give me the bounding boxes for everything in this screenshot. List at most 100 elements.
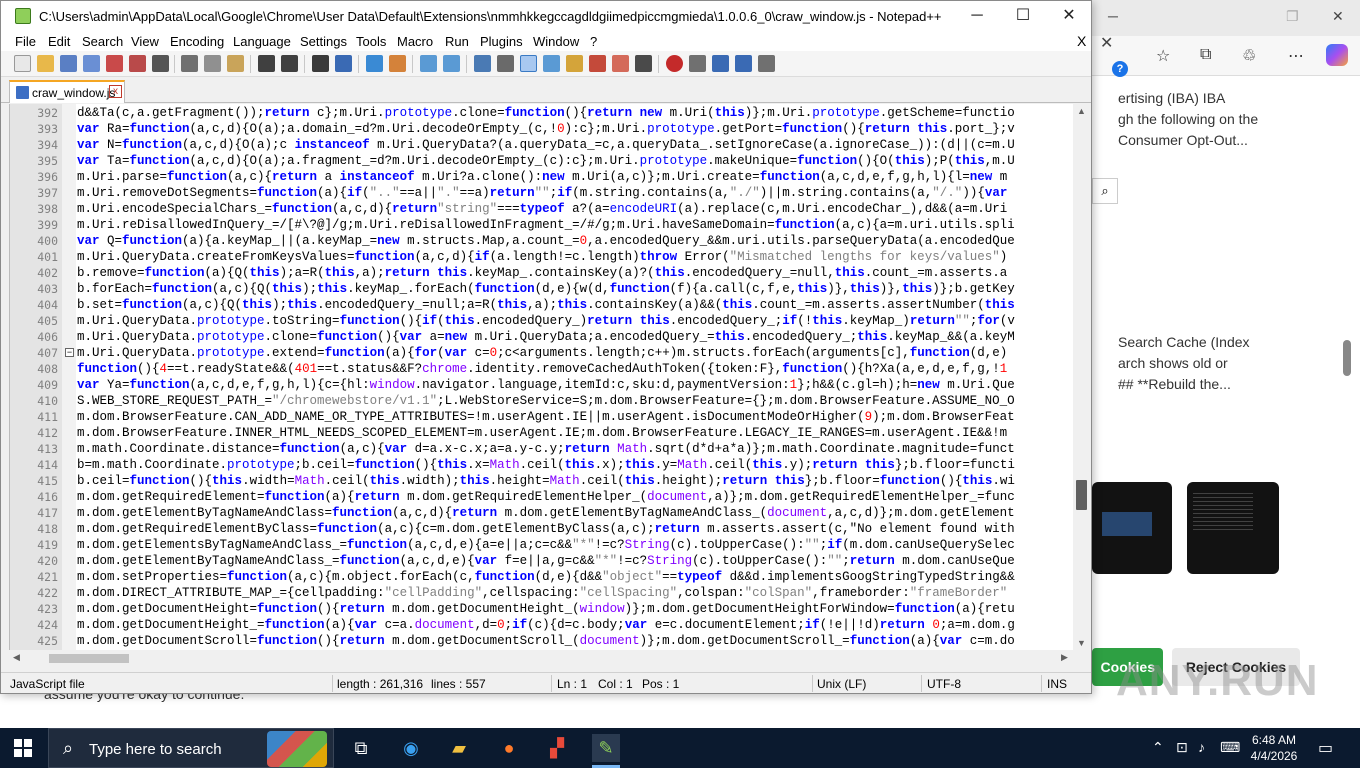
folder-as-workspace-icon[interactable]	[612, 55, 629, 72]
code-line[interactable]: 408 function(){4==t.readyState&&(401==t.s…	[10, 361, 1073, 377]
scroll-right-arrow-icon[interactable]: ▶	[1061, 652, 1068, 663]
undo-icon[interactable]	[258, 55, 275, 72]
code-line[interactable]: 425 m.dom.getDocumentScroll=function(){re…	[10, 633, 1073, 649]
cut-icon[interactable]	[181, 55, 198, 72]
horizontal-scrollbar[interactable]: ◀ ▶	[9, 650, 1073, 667]
vertical-scroll-thumb[interactable]	[1076, 480, 1087, 510]
code-line[interactable]: 417 m.dom.getElementByTagNameAndClass=fun…	[10, 505, 1073, 521]
menu-search[interactable]: Search	[82, 34, 123, 49]
code-line[interactable]: 414 b=m.math.Coordinate.prototype;b.ceil=…	[10, 457, 1073, 473]
function-list-icon[interactable]	[566, 55, 583, 72]
code-line[interactable]: 407− m.Uri.QueryData.prototype.extend=fun…	[10, 345, 1073, 361]
folder-workspace-icon[interactable]	[589, 55, 606, 72]
copilot-icon[interactable]	[1326, 44, 1348, 66]
menu-edit[interactable]: Edit	[48, 34, 70, 49]
browser-minimize-button[interactable]: ─	[1108, 8, 1118, 24]
code-line[interactable]: 398 m.Uri.encodeSpecialChars_=function(a,…	[10, 201, 1073, 217]
maximize-button[interactable]: ☐	[1000, 1, 1046, 31]
menu-settings[interactable]: Settings	[300, 34, 347, 49]
edge-browser-icon[interactable]: ◉	[397, 734, 425, 762]
clock[interactable]: 6:48 AM 4/4/2026	[1246, 732, 1302, 764]
save-macro-icon[interactable]	[758, 55, 775, 72]
menu-encoding[interactable]: Encoding	[170, 34, 224, 49]
more-icon[interactable]: ⋯	[1288, 46, 1304, 66]
document-map-icon[interactable]	[543, 55, 560, 72]
code-line[interactable]: 395 var Ta=function(a,c,d){O(a);a.fragmen…	[10, 153, 1073, 169]
show-hidden-icons-icon[interactable]: ⌃	[1152, 739, 1164, 756]
notepad-plus-plus-taskbar-icon[interactable]: ✎	[592, 734, 620, 768]
zoom-out-icon[interactable]	[389, 55, 406, 72]
horizontal-scroll-thumb[interactable]	[49, 654, 129, 663]
save-icon[interactable]	[60, 55, 77, 72]
search-result-snippet-1[interactable]: ertising (IBA) IBA gh the following on t…	[1118, 88, 1258, 151]
scroll-up-arrow-icon[interactable]: ▲	[1077, 106, 1086, 116]
code-line[interactable]: 415 b.ceil=function(){this.width=Math.cei…	[10, 473, 1073, 489]
sync-horizontal-icon[interactable]	[443, 55, 460, 72]
replace-icon[interactable]	[335, 55, 352, 72]
code-line[interactable]: 416 m.dom.getRequiredElement=function(a){…	[10, 489, 1073, 505]
new-file-icon[interactable]	[14, 55, 31, 72]
windows-start-icon[interactable]	[14, 739, 32, 757]
code-line[interactable]: 420 m.dom.getElementByTagNameAndClass_=fu…	[10, 553, 1073, 569]
titlebar[interactable]: C:\Users\admin\AppData\Local\Google\Chro…	[1, 1, 1091, 31]
code-line[interactable]: 396 m.Uri.parse=function(a,c){return a in…	[10, 169, 1073, 185]
menu-view[interactable]: View	[131, 34, 159, 49]
code-line[interactable]: 393 var Ra=function(a,c,d){O(a);a.domain_…	[10, 121, 1073, 137]
code-line[interactable]: 400 var Q=function(a){a.keyMap_||(a.keyMa…	[10, 233, 1073, 249]
word-wrap-icon[interactable]	[474, 55, 491, 72]
extension-icon[interactable]: ♲	[1242, 46, 1256, 66]
code-line[interactable]: 413 m.math.Coordinate.distance=function(a…	[10, 441, 1073, 457]
collections-icon[interactable]: ⧉	[1200, 46, 1211, 64]
notification-icon[interactable]: ▭	[1318, 738, 1333, 758]
code-line[interactable]: 411 m.dom.BrowserFeature.CAN_ADD_NAME_OR_…	[10, 409, 1073, 425]
code-line[interactable]: 392 d&&Ta(c,a.getFragment());return c};m.…	[10, 105, 1073, 121]
info-icon[interactable]: ?	[1112, 61, 1128, 77]
code-line[interactable]: 406 m.Uri.QueryData.prototype.clone=funct…	[10, 329, 1073, 345]
sync-vertical-icon[interactable]	[420, 55, 437, 72]
task-view-icon[interactable]: ⧉	[347, 734, 375, 762]
code-line[interactable]: 401 m.Uri.QueryData.createFromKeysValues=…	[10, 249, 1073, 265]
run-macro-multiple-icon[interactable]	[735, 55, 752, 72]
print-icon[interactable]	[152, 55, 169, 72]
code-line[interactable]: 418 m.dom.getRequiredElementByClass=funct…	[10, 521, 1073, 537]
code-line[interactable]: 422 m.dom.DIRECT_ATTRIBUTE_MAP_={cellpadd…	[10, 585, 1073, 601]
taskbar-search-box[interactable]: ⌕ Type here to search	[48, 728, 334, 768]
code-line[interactable]: 397 m.Uri.removeDotSegments=function(a){i…	[10, 185, 1073, 201]
vertical-scrollbar[interactable]: ▲ ▼	[1073, 104, 1090, 650]
code-line[interactable]: 399 m.Uri.reDisallowedInQuery_=/[#\?@]/g;…	[10, 217, 1073, 233]
save-all-icon[interactable]	[83, 55, 100, 72]
menu-tools[interactable]: Tools	[356, 34, 386, 49]
close-document-button[interactable]: X	[1077, 33, 1086, 49]
browser-close-button[interactable]: ✕	[1332, 8, 1344, 25]
file-explorer-icon[interactable]: ▰	[445, 734, 473, 762]
monitoring-icon[interactable]	[635, 55, 652, 72]
scroll-left-arrow-icon[interactable]: ◀	[13, 652, 20, 663]
fold-toggle-icon[interactable]: −	[65, 348, 74, 357]
menu-file[interactable]: File	[15, 34, 36, 49]
code-line[interactable]: 405 m.Uri.QueryData.prototype.toString=fu…	[10, 313, 1073, 329]
code-line[interactable]: 424 m.dom.getDocumentHeight_=function(a){…	[10, 617, 1073, 633]
ime-icon[interactable]: ⌨	[1220, 739, 1240, 756]
scroll-down-arrow-icon[interactable]: ▼	[1077, 638, 1086, 648]
code-line[interactable]: 421 m.dom.setProperties=function(a,c){m.o…	[10, 569, 1073, 585]
code-line[interactable]: 412 m.dom.BrowserFeature.INNER_HTML_NEEDS…	[10, 425, 1073, 441]
app-icon[interactable]: ▞	[543, 734, 571, 762]
search-result-snippet-2[interactable]: Search Cache (Index arch shows old or ##…	[1118, 332, 1250, 395]
open-file-icon[interactable]	[37, 55, 54, 72]
code-line[interactable]: 419 m.dom.getElementsByTagNameAndClass_=f…	[10, 537, 1073, 553]
code-line[interactable]: 410 S.WEB_STORE_REQUEST_PATH_="/chromeweb…	[10, 393, 1073, 409]
video-thumbnail[interactable]	[1092, 482, 1172, 574]
code-line[interactable]: 404 b.set=function(a,c){Q(this);this.enco…	[10, 297, 1073, 313]
menu-window[interactable]: Window	[533, 34, 579, 49]
menu-help[interactable]: ?	[590, 34, 597, 49]
show-all-characters-icon[interactable]	[497, 55, 514, 72]
code-line[interactable]: 423 m.dom.getDocumentHeight=function(){re…	[10, 601, 1073, 617]
stop-recording-icon[interactable]	[689, 55, 706, 72]
status-encoding[interactable]: UTF-8	[927, 677, 961, 691]
code-line[interactable]: 403 b.forEach=function(a,c){Q(this);this.…	[10, 281, 1073, 297]
menu-plugins[interactable]: Plugins	[480, 34, 523, 49]
close-all-icon[interactable]	[129, 55, 146, 72]
menu-language[interactable]: Language	[233, 34, 291, 49]
find-icon[interactable]	[312, 55, 329, 72]
tab-craw-window-js[interactable]: craw_window.js x	[9, 80, 125, 103]
